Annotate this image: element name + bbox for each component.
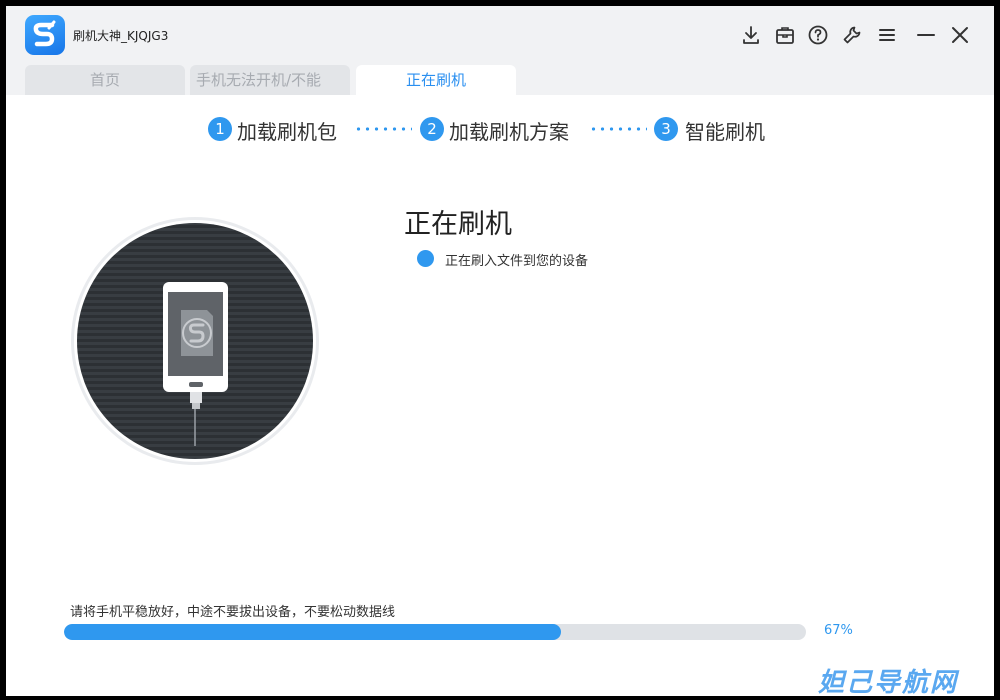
step-connector (589, 127, 647, 131)
progress-percent: 67% (824, 623, 853, 638)
minimize-icon (917, 34, 935, 36)
download-icon (743, 26, 759, 44)
tab-flashing[interactable]: 正在刷机 (356, 65, 516, 95)
close-button[interactable] (948, 23, 972, 47)
download-button[interactable] (739, 23, 763, 47)
app-window: 刷机大神_KJQJG3 首页 手机无法开机/不能 正在刷机 1 加载刷机包 2 … (6, 6, 994, 696)
app-title: 刷机大神_KJQJG3 (73, 29, 169, 43)
close-icon (952, 27, 968, 43)
help-button[interactable] (806, 23, 830, 47)
toolbox-button[interactable] (773, 23, 797, 47)
flashing-title: 正在刷机 (404, 209, 512, 240)
step-2-label: 加载刷机方案 (449, 120, 569, 144)
minimize-button[interactable] (914, 23, 938, 47)
menu-icon (879, 29, 895, 41)
progress-fill (64, 624, 562, 640)
settings-button[interactable] (840, 23, 864, 47)
menu-button[interactable] (875, 23, 899, 47)
toolbox-icon (776, 27, 794, 44)
step-3-label: 智能刷机 (685, 120, 765, 144)
watermark: 妲己导航网 (818, 668, 959, 696)
status-text: 正在刷入文件到您的设备 (445, 254, 589, 269)
step-1-label: 加载刷机包 (237, 120, 337, 144)
step-connector (354, 127, 412, 131)
progress-hint: 请将手机平稳放好，中途不要拔出设备，不要松动数据线 (70, 605, 396, 620)
step-3-number: 3 (654, 117, 678, 141)
wrench-icon (843, 26, 861, 44)
step-1-number: 1 (208, 117, 232, 141)
device-illustration (70, 216, 320, 470)
step-indicator: 1 加载刷机包 2 加载刷机方案 3 智能刷机 (6, 114, 994, 144)
tab-cannot-boot[interactable]: 手机无法开机/不能 (190, 65, 350, 95)
step-2-number: 2 (420, 117, 444, 141)
tab-home[interactable]: 首页 (25, 65, 185, 95)
status-indicator (417, 250, 434, 267)
help-icon (808, 25, 828, 45)
app-logo-icon (25, 15, 65, 55)
progress-bar (64, 624, 806, 640)
title-bar: 刷机大神_KJQJG3 首页 手机无法开机/不能 正在刷机 (6, 6, 994, 95)
